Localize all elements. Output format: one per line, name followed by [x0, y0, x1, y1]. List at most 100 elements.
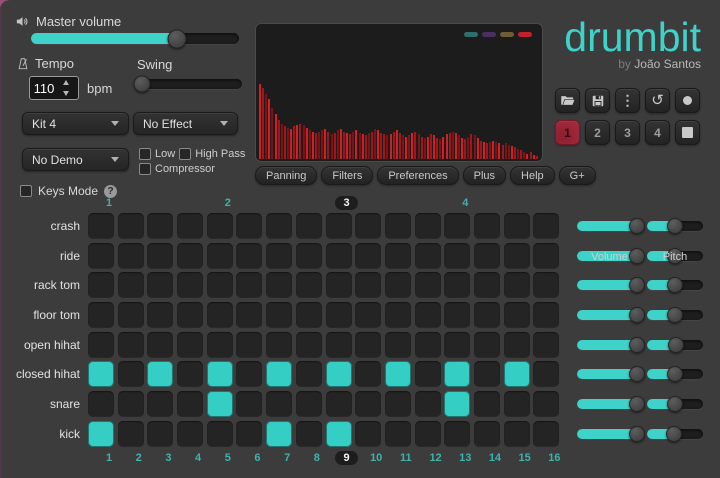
record-button[interactable]	[675, 88, 700, 113]
step-cell[interactable]	[533, 361, 559, 387]
step-cell[interactable]	[415, 272, 441, 298]
step-cell[interactable]	[326, 213, 352, 239]
visualizer-mode-pill[interactable]	[500, 32, 514, 37]
step-cell[interactable]	[236, 421, 262, 447]
pitch-slider-thumb[interactable]	[667, 396, 683, 412]
step-cell[interactable]	[88, 391, 114, 417]
step-cell[interactable]	[355, 332, 381, 358]
step-cell[interactable]	[533, 213, 559, 239]
step-cell[interactable]	[88, 272, 114, 298]
step-cell[interactable]	[415, 243, 441, 269]
step-cell[interactable]	[355, 302, 381, 328]
step-cell[interactable]	[88, 361, 114, 387]
step-cell[interactable]	[88, 243, 114, 269]
pitch-slider-thumb[interactable]	[667, 218, 683, 234]
step-cell[interactable]	[385, 302, 411, 328]
step-cell[interactable]	[355, 272, 381, 298]
tab-gplus[interactable]: G+	[559, 166, 596, 185]
pattern-1-button[interactable]: 1	[555, 120, 580, 145]
volume-slider[interactable]	[577, 310, 642, 320]
swing-thumb[interactable]	[134, 76, 151, 93]
save-button[interactable]	[585, 88, 610, 113]
step-cell[interactable]	[444, 243, 470, 269]
spectrum-visualizer[interactable]	[255, 23, 543, 162]
step-cell[interactable]	[266, 361, 292, 387]
step-cell[interactable]	[326, 421, 352, 447]
step-cell[interactable]	[236, 272, 262, 298]
step-cell[interactable]	[177, 332, 203, 358]
step-cell[interactable]	[355, 243, 381, 269]
master-volume-slider[interactable]	[31, 33, 239, 44]
pitch-slider[interactable]	[647, 280, 703, 290]
step-cell[interactable]	[385, 272, 411, 298]
volume-slider-thumb[interactable]	[629, 366, 645, 382]
step-cell[interactable]	[207, 272, 233, 298]
step-cell[interactable]	[504, 361, 530, 387]
step-cell[interactable]	[177, 243, 203, 269]
step-cell[interactable]	[504, 421, 530, 447]
step-cell[interactable]	[266, 302, 292, 328]
volume-slider-thumb[interactable]	[629, 337, 645, 353]
step-cell[interactable]	[533, 421, 559, 447]
stop-button[interactable]	[675, 120, 700, 145]
step-cell[interactable]	[504, 243, 530, 269]
step-cell[interactable]	[236, 332, 262, 358]
step-cell[interactable]	[444, 272, 470, 298]
step-cell[interactable]	[444, 391, 470, 417]
step-cell[interactable]	[504, 213, 530, 239]
step-cell[interactable]	[296, 361, 322, 387]
step-cell[interactable]	[118, 243, 144, 269]
step-cell[interactable]	[533, 391, 559, 417]
step-cell[interactable]	[296, 421, 322, 447]
step-cell[interactable]	[296, 243, 322, 269]
step-cell[interactable]	[533, 272, 559, 298]
step-cell[interactable]	[177, 391, 203, 417]
step-cell[interactable]	[118, 332, 144, 358]
step-cell[interactable]	[296, 391, 322, 417]
step-cell[interactable]	[504, 302, 530, 328]
step-cell[interactable]	[533, 302, 559, 328]
step-cell[interactable]	[118, 391, 144, 417]
step-cell[interactable]	[326, 302, 352, 328]
step-cell[interactable]	[88, 421, 114, 447]
step-cell[interactable]	[147, 391, 173, 417]
demo-select[interactable]: No Demo	[22, 148, 129, 171]
step-cell[interactable]	[177, 272, 203, 298]
step-cell[interactable]	[236, 391, 262, 417]
step-cell[interactable]	[88, 213, 114, 239]
step-cell[interactable]	[385, 332, 411, 358]
step-cell[interactable]	[147, 332, 173, 358]
menu-button[interactable]: ⋮	[615, 88, 640, 113]
step-cell[interactable]	[147, 272, 173, 298]
step-cell[interactable]	[355, 391, 381, 417]
step-cell[interactable]	[326, 391, 352, 417]
volume-slider-thumb[interactable]	[629, 396, 645, 412]
pitch-slider[interactable]	[647, 340, 703, 350]
volume-slider[interactable]	[577, 429, 642, 439]
step-cell[interactable]	[266, 272, 292, 298]
step-cell[interactable]	[385, 243, 411, 269]
tab-filters[interactable]: Filters	[321, 166, 373, 185]
pattern-4-button[interactable]: 4	[645, 120, 670, 145]
master-volume-thumb[interactable]	[167, 29, 186, 48]
step-cell[interactable]	[385, 213, 411, 239]
step-cell[interactable]	[177, 302, 203, 328]
step-cell[interactable]	[118, 302, 144, 328]
step-cell[interactable]	[504, 391, 530, 417]
step-cell[interactable]	[296, 332, 322, 358]
step-cell[interactable]	[147, 213, 173, 239]
step-cell[interactable]	[474, 302, 500, 328]
step-cell[interactable]	[207, 391, 233, 417]
checkbox-high-pass[interactable]	[179, 148, 191, 160]
tab-preferences[interactable]: Preferences	[377, 166, 458, 185]
step-cell[interactable]	[118, 213, 144, 239]
step-cell[interactable]	[444, 302, 470, 328]
step-cell[interactable]	[355, 361, 381, 387]
step-cell[interactable]	[355, 213, 381, 239]
step-cell[interactable]	[415, 391, 441, 417]
step-cell[interactable]	[236, 213, 262, 239]
step-cell[interactable]	[177, 421, 203, 447]
step-cell[interactable]	[415, 421, 441, 447]
volume-slider-thumb[interactable]	[629, 307, 645, 323]
step-cell[interactable]	[444, 361, 470, 387]
